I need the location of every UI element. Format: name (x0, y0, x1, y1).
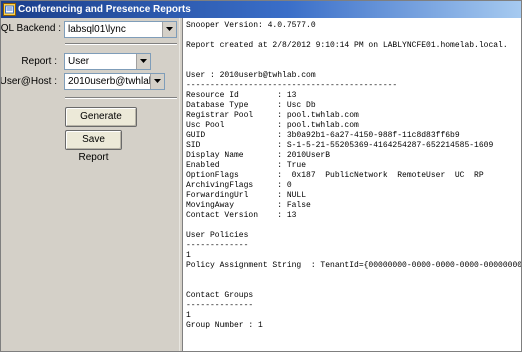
report-line: Snooper Version: 4.0.7577.0 (186, 21, 316, 30)
app-icon[interactable] (3, 3, 16, 16)
report-line: Report created at 2/8/2012 9:10:14 PM on… (186, 41, 508, 50)
report-line: Enabled : True (186, 161, 307, 170)
chevron-down-icon[interactable] (150, 74, 164, 89)
report-line: Database Type : Usc Db (186, 101, 316, 110)
report-line: ----------------------------------------… (186, 81, 398, 90)
sql-backend-label: SQL Backend : (0, 23, 61, 34)
report-line: Usc Pool : pool.twhlab.com (186, 121, 359, 130)
report-line: Contact Version : 13 (186, 211, 297, 220)
report-line: GUID : 3b0a92b1-6a27-4150-988f-11c8d83ff… (186, 131, 460, 140)
report-line: MovingAway : False (186, 201, 311, 210)
generate-report-button[interactable]: Generate Report (65, 107, 137, 140)
report-line: 1 (186, 251, 191, 260)
report-line: Display Name : 2010UserB (186, 151, 331, 160)
user-host-label: User@Host : (0, 76, 57, 87)
report-line: ------------- (186, 241, 249, 250)
report-line: OptionFlags : 0x187 PublicNetwork Remote… (186, 171, 484, 180)
report-line: Contact Groups (186, 291, 254, 300)
controls-panel: SQL Backend : labsql01\lync Report : Use… (0, 18, 180, 351)
user-host-dropdown[interactable]: 2010userb@twhlab.com (64, 73, 165, 90)
report-type-value: User (68, 56, 90, 67)
window-title: Conferencing and Presence Reports (18, 4, 191, 15)
report-type-dropdown[interactable]: User (64, 53, 151, 70)
title-bar[interactable]: Conferencing and Presence Reports (1, 1, 521, 18)
chevron-down-icon[interactable] (162, 22, 176, 37)
separator (65, 97, 177, 99)
report-line: Group Number : 1 (186, 321, 263, 330)
report-line: SID : S-1-5-21-55205369-4164254287-65221… (186, 141, 494, 150)
report-line: Resource Id : 13 (186, 91, 297, 100)
chevron-down-icon[interactable] (136, 54, 150, 69)
save-report-button[interactable]: Save Report (65, 130, 122, 163)
report-label: Report : (21, 56, 57, 67)
user-host-value: 2010userb@twhlab.com (68, 76, 150, 87)
report-line: User : 2010userb@twhlab.com (186, 71, 316, 80)
report-line: ArchivingFlags : 0 (186, 181, 292, 190)
separator (65, 43, 177, 45)
report-line: -------------- (186, 301, 254, 310)
app-window: Conferencing and Presence Reports SQL Ba… (0, 0, 522, 352)
report-text: Snooper Version: 4.0.7577.0 Report creat… (186, 21, 522, 331)
sql-backend-value: labsql01\lync (68, 24, 126, 35)
report-line: Registrar Pool : pool.twhlab.com (186, 111, 359, 120)
report-output-pane[interactable]: Snooper Version: 4.0.7577.0 Report creat… (182, 18, 522, 351)
sql-backend-dropdown[interactable]: labsql01\lync (64, 21, 177, 38)
report-line: Policy Assignment String : TenantId={000… (186, 261, 522, 270)
report-line: User Policies (186, 231, 249, 240)
report-line: 1 (186, 311, 191, 320)
report-line: ForwardingUrl : NULL (186, 191, 307, 200)
